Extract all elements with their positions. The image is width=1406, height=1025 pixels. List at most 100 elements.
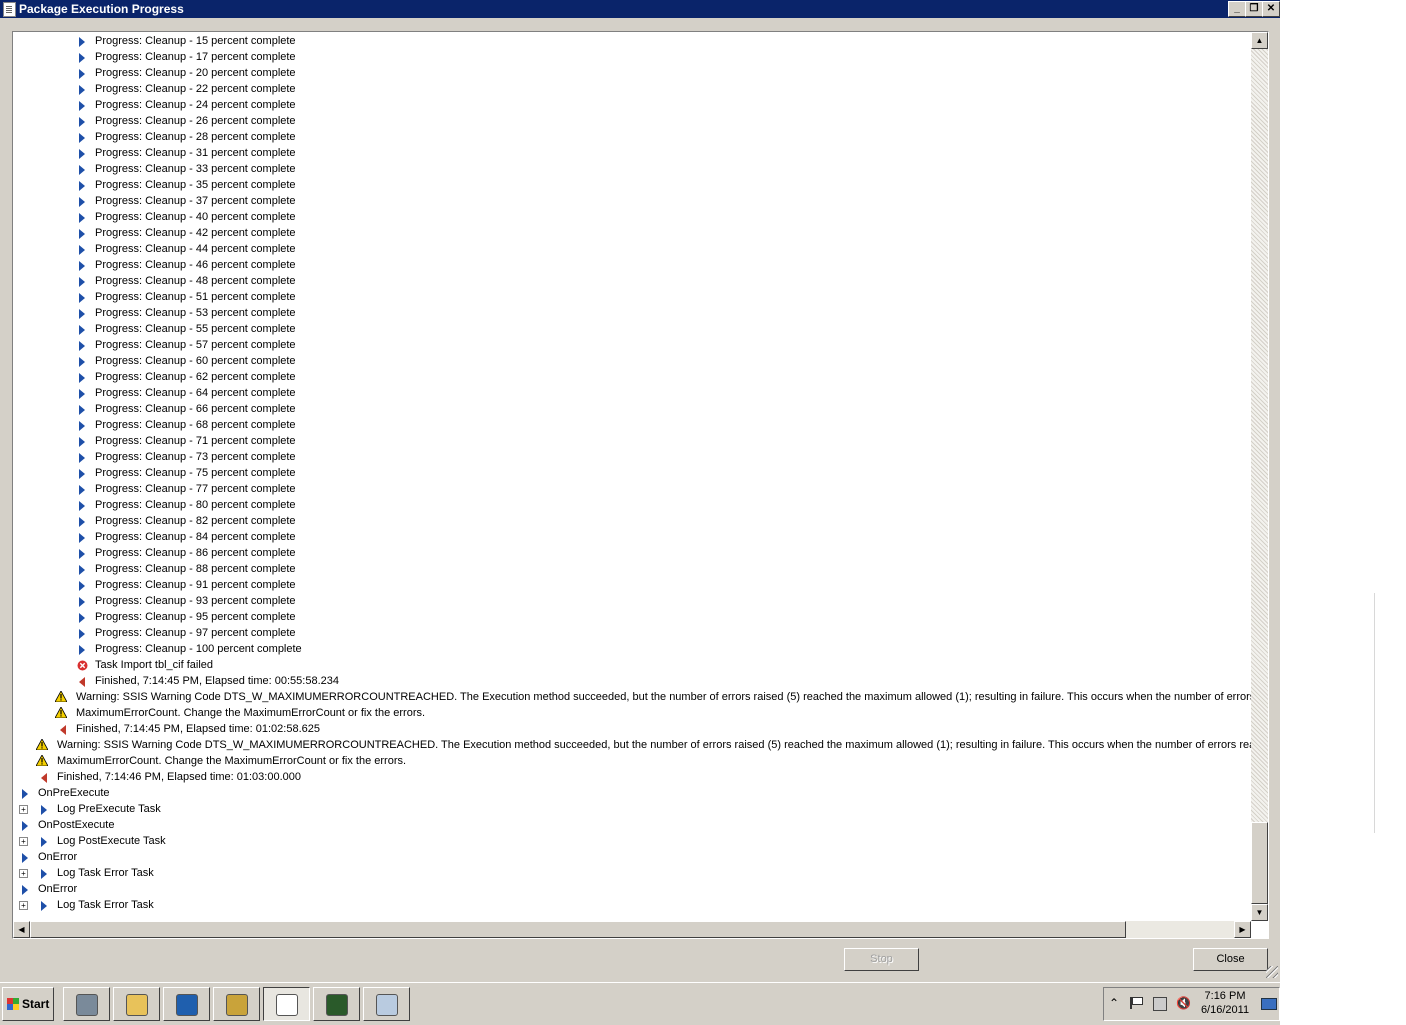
log-row[interactable]: Finished, 7:14:46 PM, Elapsed time: 01:0… <box>13 769 1268 785</box>
log-row[interactable]: Progress: Cleanup - 55 percent complete <box>13 321 1268 337</box>
log-row[interactable]: + Log Task Error Task <box>13 897 1268 913</box>
vertical-scrollbar[interactable]: ▲ ▼ <box>1251 32 1268 921</box>
log-row[interactable]: Progress: Cleanup - 20 percent complete <box>13 65 1268 81</box>
log-row[interactable]: Progress: Cleanup - 35 percent complete <box>13 177 1268 193</box>
log-row[interactable]: Progress: Cleanup - 22 percent complete <box>13 81 1268 97</box>
scroll-up-button[interactable]: ▲ <box>1251 32 1268 49</box>
log-row[interactable]: Progress: Cleanup - 71 percent complete <box>13 433 1268 449</box>
log-row[interactable]: Progress: Cleanup - 53 percent complete <box>13 305 1268 321</box>
execution-log-tree[interactable]: Progress: Cleanup - 15 percent complete P… <box>12 31 1269 939</box>
start-button[interactable]: Start <box>2 987 54 1021</box>
horizontal-scroll-thumb[interactable] <box>30 921 1126 938</box>
log-row[interactable]: Progress: Cleanup - 77 percent complete <box>13 481 1268 497</box>
log-row[interactable]: Progress: Cleanup - 97 percent complete <box>13 625 1268 641</box>
warning-icon <box>54 690 68 703</box>
log-row[interactable]: Progress: Cleanup - 80 percent complete <box>13 497 1268 513</box>
log-row[interactable]: Progress: Cleanup - 33 percent complete <box>13 161 1268 177</box>
taskbar-app-button[interactable] <box>213 987 260 1021</box>
expand-icon[interactable]: + <box>19 901 28 910</box>
log-row[interactable]: Progress: Cleanup - 64 percent complete <box>13 385 1268 401</box>
log-row[interactable]: Progress: Cleanup - 60 percent complete <box>13 353 1268 369</box>
log-row[interactable]: Progress: Cleanup - 28 percent complete <box>13 129 1268 145</box>
log-row[interactable]: Progress: Cleanup - 75 percent complete <box>13 465 1268 481</box>
volume-muted-icon[interactable]: 🔇 <box>1176 996 1191 1010</box>
progress-arrow-icon <box>77 500 87 511</box>
vertical-scroll-track[interactable] <box>1251 49 1268 921</box>
log-row[interactable]: Progress: Cleanup - 57 percent complete <box>13 337 1268 353</box>
taskbar-app-button[interactable] <box>313 987 360 1021</box>
log-row[interactable]: + Log PreExecute Task <box>13 801 1268 817</box>
log-row[interactable]: OnError <box>13 849 1268 865</box>
log-row-text: Progress: Cleanup - 62 percent complete <box>95 371 296 383</box>
log-row[interactable]: + Log PostExecute Task <box>13 833 1268 849</box>
log-row[interactable]: Progress: Cleanup - 66 percent complete <box>13 401 1268 417</box>
log-row[interactable]: Progress: Cleanup - 48 percent complete <box>13 273 1268 289</box>
log-row[interactable]: Progress: Cleanup - 62 percent complete <box>13 369 1268 385</box>
log-row-text: Finished, 7:14:45 PM, Elapsed time: 00:5… <box>95 675 339 687</box>
taskbar-app-button[interactable] <box>63 987 110 1021</box>
start-label: Start <box>22 997 50 1011</box>
expand-icon[interactable]: + <box>19 869 28 878</box>
log-row[interactable]: Progress: Cleanup - 37 percent complete <box>13 193 1268 209</box>
taskbar-app-button[interactable] <box>113 987 160 1021</box>
log-row[interactable]: Task Import tbl_cif failed <box>13 657 1268 673</box>
network-icon[interactable] <box>1153 997 1167 1011</box>
log-row[interactable]: Progress: Cleanup - 42 percent complete <box>13 225 1268 241</box>
log-row[interactable]: Progress: Cleanup - 93 percent complete <box>13 593 1268 609</box>
log-row[interactable]: Finished, 7:14:45 PM, Elapsed time: 01:0… <box>13 721 1268 737</box>
log-row[interactable]: OnError <box>13 881 1268 897</box>
log-row[interactable]: Warning: SSIS Warning Code DTS_W_MAXIMUM… <box>13 689 1268 705</box>
horizontal-scrollbar[interactable]: ◀ ▶ <box>13 921 1251 938</box>
title-bar[interactable]: Package Execution Progress _ ❐ ✕ <box>0 0 1280 18</box>
log-row[interactable]: Progress: Cleanup - 84 percent complete <box>13 529 1268 545</box>
log-row[interactable]: MaximumErrorCount. Change the MaximumErr… <box>13 753 1268 769</box>
log-row-text: Progress: Cleanup - 48 percent complete <box>95 275 296 287</box>
show-desktop-icon[interactable] <box>1261 998 1277 1010</box>
log-row[interactable]: Finished, 7:14:45 PM, Elapsed time: 00:5… <box>13 673 1268 689</box>
log-row[interactable]: Progress: Cleanup - 26 percent complete <box>13 113 1268 129</box>
log-row[interactable]: Warning: SSIS Warning Code DTS_W_MAXIMUM… <box>13 737 1268 753</box>
log-row[interactable]: Progress: Cleanup - 82 percent complete <box>13 513 1268 529</box>
log-row[interactable]: Progress: Cleanup - 17 percent complete <box>13 49 1268 65</box>
log-row-text: Progress: Cleanup - 66 percent complete <box>95 403 296 415</box>
log-row-text: Progress: Cleanup - 73 percent complete <box>95 451 296 463</box>
log-row[interactable]: Progress: Cleanup - 91 percent complete <box>13 577 1268 593</box>
log-row[interactable]: OnPostExecute <box>13 817 1268 833</box>
taskbar-app-button[interactable] <box>263 987 310 1021</box>
close-window-button[interactable]: ✕ <box>1262 1 1280 17</box>
log-row[interactable]: Progress: Cleanup - 46 percent complete <box>13 257 1268 273</box>
log-row[interactable]: MaximumErrorCount. Change the MaximumErr… <box>13 705 1268 721</box>
scroll-down-button[interactable]: ▼ <box>1251 904 1268 921</box>
log-row[interactable]: + Log Task Error Task <box>13 865 1268 881</box>
minimize-button[interactable]: _ <box>1228 1 1246 17</box>
taskbar-app-button[interactable] <box>163 987 210 1021</box>
clock[interactable]: 7:16 PM 6/16/2011 <box>1195 989 1255 1017</box>
vertical-scroll-thumb[interactable] <box>1251 822 1268 904</box>
close-button[interactable]: Close <box>1193 948 1268 971</box>
log-row[interactable]: Progress: Cleanup - 86 percent complete <box>13 545 1268 561</box>
log-row[interactable]: Progress: Cleanup - 40 percent complete <box>13 209 1268 225</box>
restore-button[interactable]: ❐ <box>1245 1 1263 17</box>
action-center-flag-icon[interactable] <box>1130 997 1143 1009</box>
taskbar-app-button[interactable] <box>363 987 410 1021</box>
log-row[interactable]: Progress: Cleanup - 88 percent complete <box>13 561 1268 577</box>
log-row[interactable]: Progress: Cleanup - 31 percent complete <box>13 145 1268 161</box>
expand-icon[interactable]: + <box>19 805 28 814</box>
resize-grip[interactable] <box>1266 966 1278 978</box>
log-row[interactable]: Progress: Cleanup - 51 percent complete <box>13 289 1268 305</box>
log-row[interactable]: Progress: Cleanup - 44 percent complete <box>13 241 1268 257</box>
stop-button[interactable]: Stop <box>844 948 919 971</box>
log-row[interactable]: Progress: Cleanup - 24 percent complete <box>13 97 1268 113</box>
log-row[interactable]: Progress: Cleanup - 95 percent complete <box>13 609 1268 625</box>
scroll-right-button[interactable]: ▶ <box>1234 921 1251 938</box>
log-row-text: Finished, 7:14:46 PM, Elapsed time: 01:0… <box>57 771 301 783</box>
log-row[interactable]: Progress: Cleanup - 68 percent complete <box>13 417 1268 433</box>
log-row[interactable]: Progress: Cleanup - 15 percent complete <box>13 33 1268 49</box>
expand-icon[interactable]: + <box>19 837 28 846</box>
scroll-left-button[interactable]: ◀ <box>13 921 30 938</box>
log-row[interactable]: Progress: Cleanup - 73 percent complete <box>13 449 1268 465</box>
clock-time: 7:16 PM <box>1204 990 1246 1002</box>
show-hidden-icons-icon[interactable]: ⌃ <box>1109 996 1119 1010</box>
log-row[interactable]: Progress: Cleanup - 100 percent complete <box>13 641 1268 657</box>
log-row[interactable]: OnPreExecute <box>13 785 1268 801</box>
